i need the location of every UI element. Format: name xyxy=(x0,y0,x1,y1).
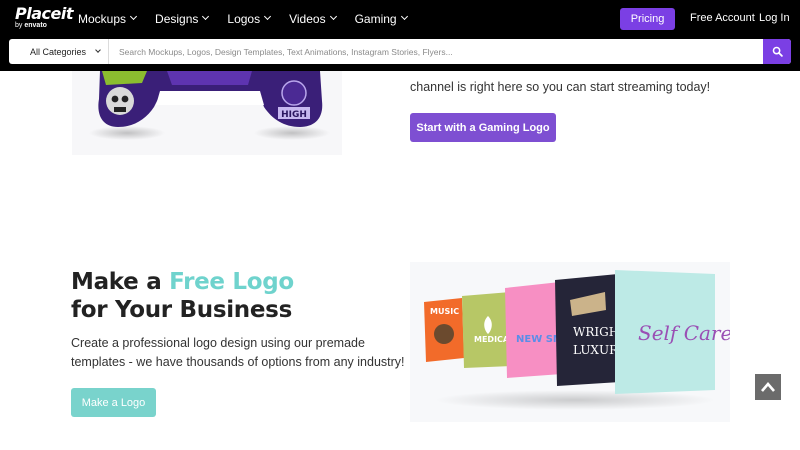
search-container: All Categories xyxy=(9,39,791,64)
top-nav: Placeit by envato Mockups Designs Logos … xyxy=(0,0,800,37)
category-label: All Categories xyxy=(30,46,87,57)
heading-accent: Free Logo xyxy=(169,269,294,295)
description-line-2: templates - we have thousands of options… xyxy=(71,355,405,369)
nav-item-mockups[interactable]: Mockups xyxy=(78,11,138,26)
nav-label: Logos xyxy=(227,11,261,26)
chevron-down-icon xyxy=(95,47,101,53)
nav-label: Gaming xyxy=(354,11,397,26)
nav-item-videos[interactable]: Videos xyxy=(289,11,337,26)
card-self-care-text: Self Care xyxy=(638,321,730,345)
gaming-logo-button[interactable]: Start with a Gaming Logo xyxy=(410,113,556,142)
nav-label: Mockups xyxy=(78,11,127,26)
main-nav: Mockups Designs Logos Videos Gaming xyxy=(78,0,426,37)
logo-byline: by envato xyxy=(15,22,73,30)
logo-brand: envato xyxy=(24,22,47,29)
heading-text: Make a xyxy=(71,269,170,295)
card-new-smile-text: NEW SM xyxy=(516,334,563,345)
search-input[interactable] xyxy=(109,39,763,64)
pricing-button[interactable]: Pricing xyxy=(620,8,675,30)
login-link[interactable]: Log In xyxy=(759,12,790,24)
scroll-to-top-button[interactable] xyxy=(755,374,781,400)
logo-section-heading: Make a Free Logo for Your Business xyxy=(71,268,294,324)
card-medical-text: MEDICA xyxy=(474,335,510,344)
card-music-text: MUSIC xyxy=(430,307,459,316)
chevron-down-icon xyxy=(129,12,138,21)
nav-label: Videos xyxy=(289,11,326,26)
chevron-down-icon xyxy=(400,12,408,21)
card-luxury-text: LUXUR xyxy=(573,343,619,357)
logo-wordmark: Placeit xyxy=(15,4,73,23)
heading-line-2: for Your Business xyxy=(71,297,292,323)
category-select[interactable]: All Categories xyxy=(9,39,109,64)
free-account-link[interactable]: Free Account xyxy=(690,12,755,24)
search-button[interactable] xyxy=(763,39,791,64)
nav-item-gaming[interactable]: Gaming xyxy=(354,11,408,26)
chevron-down-icon xyxy=(329,12,337,21)
gamepad-logo-text: HIGH xyxy=(281,110,307,120)
make-a-logo-button[interactable]: Make a Logo xyxy=(71,388,156,417)
logo-section-description: Create a professional logo design using … xyxy=(71,334,405,372)
placeit-logo[interactable]: Placeit by envato xyxy=(15,6,73,30)
card-wright-text: WRIGH xyxy=(573,325,619,339)
chevron-down-icon xyxy=(202,12,210,21)
logo-by: by xyxy=(15,22,23,29)
gaming-controller-image: HIGH xyxy=(72,71,342,155)
description-line-1: Create a professional logo design using … xyxy=(71,336,365,350)
logo-cards-image: MUSIC MEDICA NEW SM WRIGH LUXUR Self Car… xyxy=(410,262,730,422)
chevron-down-icon xyxy=(264,12,272,21)
nav-item-designs[interactable]: Designs xyxy=(155,11,210,26)
search-icon xyxy=(772,46,783,57)
nav-item-logos[interactable]: Logos xyxy=(227,11,272,26)
nav-label: Designs xyxy=(155,11,199,26)
arrow-up-icon xyxy=(761,382,775,392)
search-bar: All Categories xyxy=(0,37,800,71)
gaming-description: channel is right here so you can start s… xyxy=(410,80,711,94)
